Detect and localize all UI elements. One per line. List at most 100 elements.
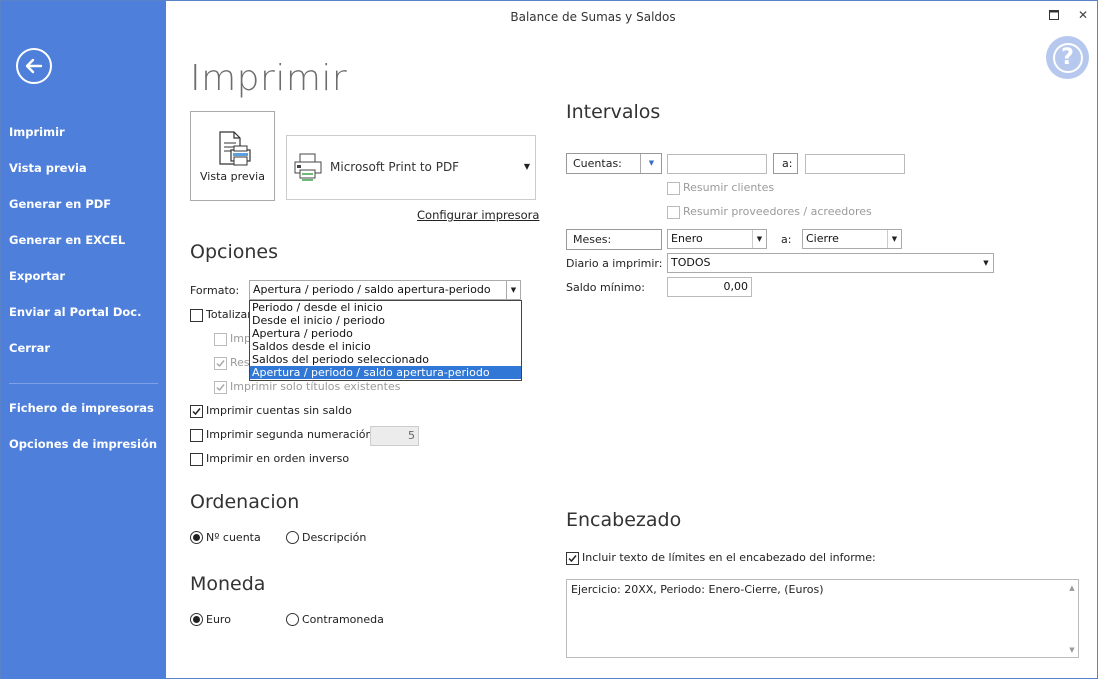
totalizar-label: Totalizar — [206, 308, 252, 321]
resumir-proveedores-label: Resumir proveedores / acreedores — [683, 205, 872, 218]
checkmark-icon — [216, 360, 225, 368]
segunda-numeracion-label: Imprimir segunda numeración — [206, 428, 373, 441]
back-button[interactable] — [16, 48, 52, 84]
maximize-button[interactable] — [1044, 6, 1064, 24]
mes-hasta-value: Cierre — [806, 232, 839, 245]
format-select[interactable]: Apertura / periodo / saldo apertura-peri… — [249, 280, 521, 300]
print-preview-icon — [219, 131, 251, 166]
imprimir-sub-checkbox — [214, 333, 227, 346]
chevron-down-icon[interactable]: ▼ — [506, 281, 520, 299]
imprimir-sub-label: Imp — [230, 332, 251, 345]
preview-label: Vista previa — [200, 170, 265, 183]
maximize-icon — [1049, 10, 1059, 20]
sidebar-item-enviar-portal[interactable]: Enviar al Portal Doc. — [9, 305, 141, 319]
resumir-checkbox — [214, 357, 227, 370]
cuentas-selector[interactable]: Cuentas: ▼ — [566, 153, 662, 174]
mes-desde-value: Enero — [671, 232, 703, 245]
diario-label: Diario a imprimir: — [566, 257, 663, 270]
chevron-down-icon: ▼ — [523, 162, 530, 171]
sidebar-divider — [9, 383, 158, 384]
incluir-limites-checkbox[interactable] — [566, 552, 579, 565]
sidebar-item-generar-pdf[interactable]: Generar en PDF — [9, 197, 111, 211]
moneda-euro-label: Euro — [206, 613, 231, 626]
ordenacion-cuenta-radio[interactable] — [190, 531, 203, 544]
sidebar-item-generar-excel[interactable]: Generar en EXCEL — [9, 233, 125, 247]
close-icon: ✕ — [1077, 8, 1089, 22]
cuentas-sin-saldo-label: Imprimir cuentas sin saldo — [206, 404, 352, 417]
sidebar-item-vista-previa[interactable]: Vista previa — [9, 161, 87, 175]
encabezado-textarea[interactable]: Ejercicio: 20XX, Periodo: Enero-Cierre, … — [566, 579, 1079, 658]
chevron-down-icon: ▼ — [983, 259, 989, 267]
imprimir-titulos-checkbox — [214, 381, 227, 394]
moneda-title: Moneda — [190, 573, 266, 595]
diario-value: TODOS — [671, 256, 711, 269]
format-option-selected[interactable]: Apertura / periodo / saldo apertura-peri… — [250, 366, 521, 379]
segunda-numeracion-input: 5 — [370, 426, 419, 446]
format-dropdown-list: Periodo / desde el inicio Desde el inici… — [249, 300, 522, 381]
cuentas-label: Cuentas: — [573, 157, 622, 170]
imprimir-titulos-label: Imprimir solo títulos existentes — [230, 380, 401, 393]
orden-inverso-label: Imprimir en orden inverso — [206, 452, 350, 465]
sidebar-item-exportar[interactable]: Exportar — [9, 269, 65, 283]
sidebar-item-opciones-impresion[interactable]: Opciones de impresión — [9, 437, 157, 451]
format-option[interactable]: Saldos del periodo seleccionado — [250, 353, 521, 366]
resumir-proveedores-checkbox — [667, 206, 680, 219]
cuentas-hasta-input[interactable] — [805, 154, 905, 174]
checkmark-icon — [192, 408, 201, 416]
format-option[interactable]: Apertura / periodo — [250, 327, 521, 340]
mes-a-label: a: — [781, 233, 792, 246]
scroll-up-icon[interactable]: ▲ — [1065, 581, 1079, 595]
scroll-down-icon[interactable]: ▼ — [1065, 643, 1079, 657]
checkmark-icon — [216, 384, 225, 392]
chevron-down-icon: ▼ — [640, 154, 662, 173]
mes-desde-select[interactable]: Enero ▼ — [667, 229, 767, 249]
format-option[interactable]: Periodo / desde el inicio — [250, 301, 521, 314]
ordenacion-cuenta-label: Nº cuenta — [206, 531, 261, 544]
checkmark-icon — [568, 555, 577, 563]
ordenacion-title: Ordenacion — [190, 491, 300, 513]
mes-hasta-select[interactable]: Cierre ▼ — [802, 229, 902, 249]
help-icon: ? — [1052, 42, 1083, 73]
diario-select[interactable]: TODOS ▼ — [667, 253, 994, 273]
encabezado-text: Ejercicio: 20XX, Periodo: Enero-Cierre, … — [571, 583, 824, 596]
page-title: Imprimir — [190, 58, 348, 99]
window-title: Balance de Sumas y Saldos — [510, 10, 676, 24]
sidebar-item-cerrar[interactable]: Cerrar — [9, 341, 50, 355]
arrow-left-icon — [25, 58, 43, 74]
orden-inverso-checkbox[interactable] — [190, 453, 203, 466]
cuentas-sin-saldo-checkbox[interactable] — [190, 405, 203, 418]
saldo-label: Saldo mínimo: — [566, 281, 645, 294]
help-button[interactable]: ? — [1046, 36, 1089, 79]
saldo-minimo-input[interactable]: 0,00 — [667, 277, 752, 297]
application-window: Imprimir Vista previa Generar en PDF Gen… — [0, 0, 1098, 679]
moneda-contramoneda-label: Contramoneda — [302, 613, 384, 626]
opciones-title: Opciones — [190, 241, 278, 263]
preview-button[interactable]: Vista previa — [190, 111, 275, 201]
format-label: Formato: — [190, 284, 240, 297]
ordenacion-descripcion-radio[interactable] — [286, 531, 299, 544]
resumir-clientes-checkbox — [667, 182, 680, 195]
cuentas-a-button[interactable]: a: — [773, 153, 798, 174]
printer-icon — [294, 153, 322, 181]
configure-printer-link[interactable]: Configurar impresora — [417, 208, 539, 222]
segunda-numeracion-checkbox[interactable] — [190, 429, 203, 442]
sidebar-item-imprimir[interactable]: Imprimir — [9, 125, 65, 139]
format-option[interactable]: Saldos desde el inicio — [250, 340, 521, 353]
totalizar-checkbox[interactable] — [190, 309, 203, 322]
resumir-label: Res — [230, 356, 250, 369]
moneda-euro-radio[interactable] — [190, 613, 203, 626]
format-value: Apertura / periodo / saldo apertura-peri… — [253, 283, 491, 296]
format-option[interactable]: Desde el inicio / periodo — [250, 314, 521, 327]
close-button[interactable]: ✕ — [1073, 6, 1093, 24]
moneda-contramoneda-radio[interactable] — [286, 613, 299, 626]
meses-selector[interactable]: Meses: — [566, 229, 662, 250]
encabezado-title: Encabezado — [566, 509, 682, 531]
sidebar-item-fichero-impresoras[interactable]: Fichero de impresoras — [9, 401, 154, 415]
incluir-limites-label: Incluir texto de límites en el encabezad… — [582, 551, 876, 564]
intervalos-title: Intervalos — [566, 101, 661, 123]
chevron-down-icon: ▼ — [887, 230, 901, 248]
sidebar: Imprimir Vista previa Generar en PDF Gen… — [1, 1, 166, 679]
printer-select[interactable]: Microsoft Print to PDF ▼ — [286, 135, 536, 200]
ordenacion-descripcion-label: Descripción — [302, 531, 367, 544]
cuentas-desde-input[interactable] — [667, 154, 767, 174]
